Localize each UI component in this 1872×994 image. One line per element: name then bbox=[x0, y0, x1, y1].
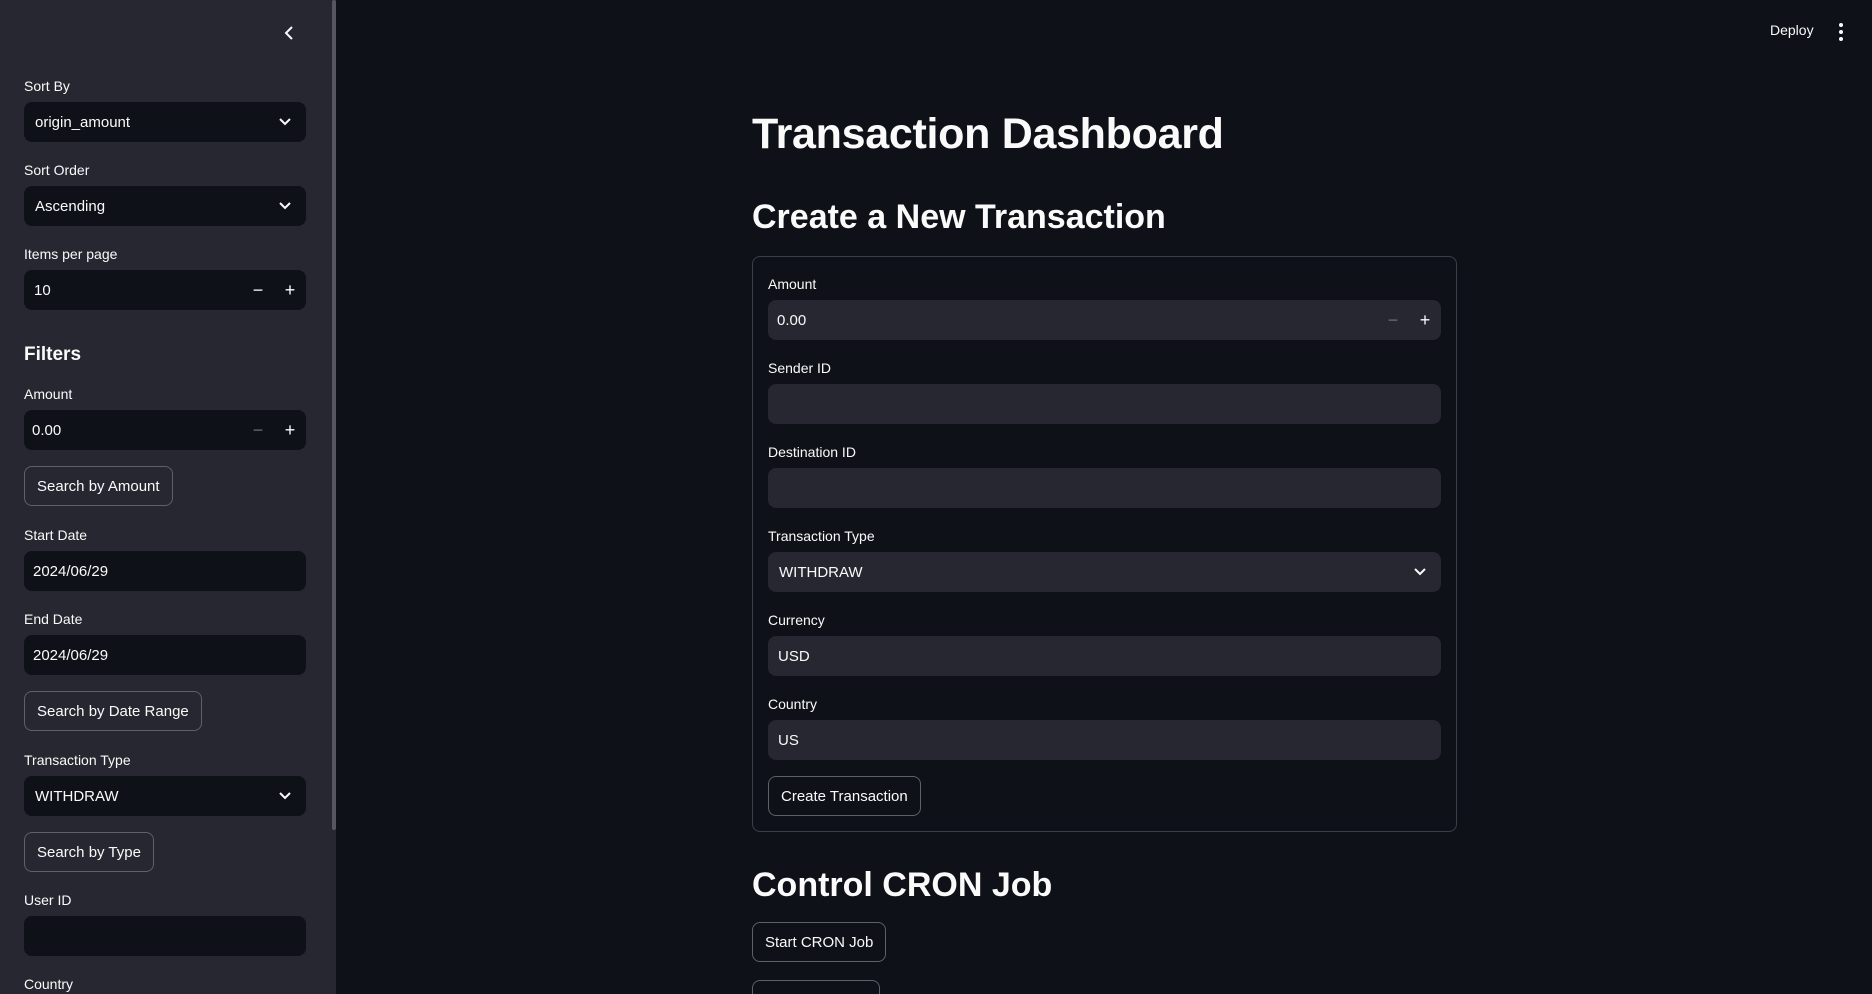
plus-icon[interactable]: + bbox=[274, 410, 306, 450]
filter-transaction-type-label: Transaction Type bbox=[24, 752, 131, 768]
chevron-down-icon bbox=[1409, 561, 1431, 583]
end-date-label: End Date bbox=[24, 611, 83, 627]
sort-order-select[interactable]: Ascending bbox=[24, 186, 306, 226]
sort-by-select[interactable]: origin_amount bbox=[24, 102, 306, 142]
items-per-page-value: 10 bbox=[34, 281, 51, 299]
currency-input[interactable]: USD bbox=[768, 636, 1441, 676]
destination-id-label: Destination ID bbox=[768, 444, 856, 460]
transaction-type-select[interactable]: WITHDRAW bbox=[768, 552, 1441, 592]
items-per-page-input[interactable]: 10 − + bbox=[24, 270, 306, 310]
create-transaction-button[interactable]: Create Transaction bbox=[768, 776, 921, 816]
items-per-page-label: Items per page bbox=[24, 246, 118, 262]
country-input[interactable]: US bbox=[768, 720, 1441, 760]
country-value: US bbox=[778, 731, 799, 749]
chevron-left-icon bbox=[284, 26, 293, 40]
currency-value: USD bbox=[778, 647, 810, 665]
filter-amount-label: Amount bbox=[24, 386, 73, 402]
start-cron-job-button[interactable]: Start CRON Job bbox=[752, 922, 887, 962]
sort-by-value: origin_amount bbox=[35, 113, 131, 131]
sort-order-value: Ascending bbox=[35, 197, 106, 215]
start-date-value: 2024/06/29 bbox=[33, 562, 109, 580]
sidebar-scrollbar[interactable] bbox=[332, 0, 336, 830]
country-label: Country bbox=[768, 696, 818, 712]
filter-amount-input[interactable]: 0.00 − + bbox=[24, 410, 306, 450]
plus-icon[interactable]: + bbox=[1409, 300, 1441, 340]
minus-icon[interactable]: − bbox=[1377, 300, 1409, 340]
sender-id-label: Sender ID bbox=[768, 360, 832, 376]
transaction-type-label: Transaction Type bbox=[768, 528, 875, 544]
minus-icon[interactable]: − bbox=[242, 410, 274, 450]
filter-transaction-type-value: WITHDRAW bbox=[35, 787, 119, 805]
amount-label: Amount bbox=[768, 276, 817, 292]
amount-value: 0.00 bbox=[777, 311, 807, 329]
currency-label: Currency bbox=[768, 612, 825, 628]
chevron-down-icon bbox=[274, 195, 296, 217]
collapse-sidebar-button[interactable] bbox=[278, 22, 300, 44]
start-date-label: Start Date bbox=[24, 527, 88, 543]
start-date-input[interactable]: 2024/06/29 bbox=[24, 551, 306, 591]
filters-heading: Filters bbox=[24, 344, 82, 365]
sort-order-label: Sort Order bbox=[24, 162, 90, 178]
amount-input[interactable]: 0.00 − + bbox=[768, 300, 1441, 340]
filter-amount-value: 0.00 bbox=[32, 421, 62, 439]
filter-transaction-type-select[interactable]: WITHDRAW bbox=[24, 776, 306, 816]
kebab-menu-icon[interactable] bbox=[1834, 20, 1848, 44]
filter-country-label: Country bbox=[24, 976, 74, 992]
create-transaction-heading: Create a New Transaction bbox=[752, 198, 1166, 236]
user-id-input[interactable] bbox=[24, 916, 306, 956]
deploy-button[interactable]: Deploy bbox=[1770, 22, 1814, 38]
chevron-down-icon bbox=[274, 785, 296, 807]
chevron-down-icon bbox=[274, 111, 296, 133]
transaction-type-value: WITHDRAW bbox=[779, 563, 863, 581]
end-date-value: 2024/06/29 bbox=[33, 646, 109, 664]
end-date-input[interactable]: 2024/06/29 bbox=[24, 635, 306, 675]
minus-icon[interactable]: − bbox=[242, 270, 274, 310]
sort-by-label: Sort By bbox=[24, 78, 70, 94]
sender-id-input[interactable] bbox=[768, 384, 1441, 424]
cron-job-heading: Control CRON Job bbox=[752, 866, 1053, 904]
search-by-amount-button[interactable]: Search by Amount bbox=[24, 466, 173, 506]
plus-icon[interactable]: + bbox=[274, 270, 306, 310]
user-id-label: User ID bbox=[24, 892, 72, 908]
search-by-date-range-button[interactable]: Search by Date Range bbox=[24, 691, 202, 731]
search-by-type-button[interactable]: Search by Type bbox=[24, 832, 154, 872]
sidebar: Sort By origin_amount Sort Order Ascendi… bbox=[0, 0, 336, 994]
destination-id-input[interactable] bbox=[768, 468, 1441, 508]
page-title: Transaction Dashboard bbox=[752, 110, 1224, 158]
stop-cron-job-button[interactable] bbox=[752, 980, 880, 994]
